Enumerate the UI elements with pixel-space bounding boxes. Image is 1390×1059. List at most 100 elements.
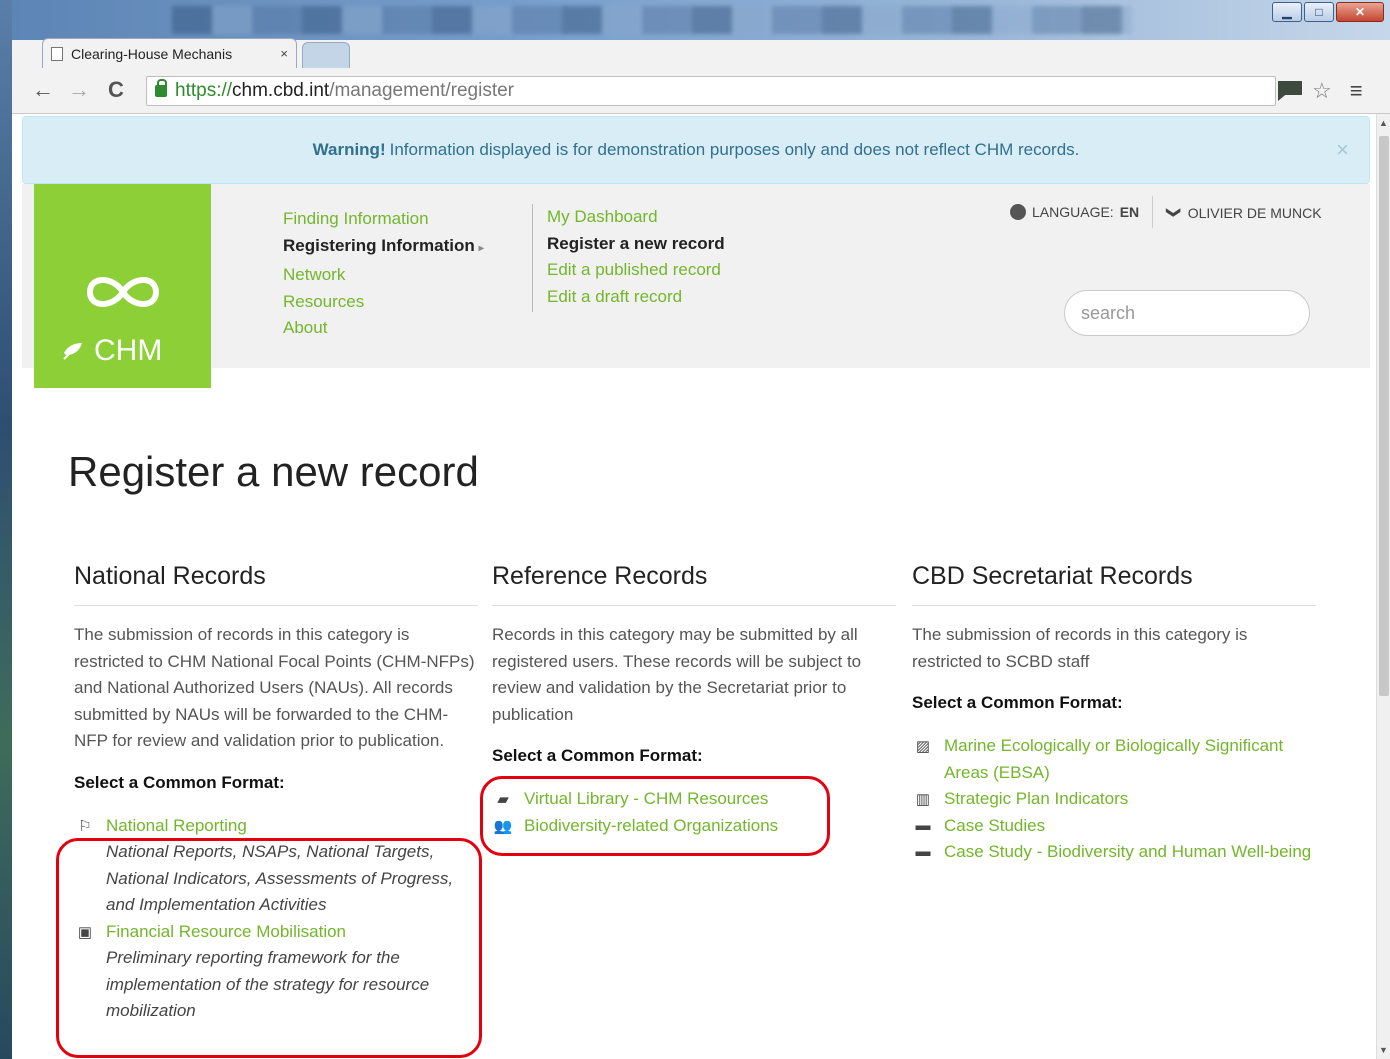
bookmark-star-icon[interactable]: ☆ bbox=[1312, 78, 1332, 104]
nav-register-new-record[interactable]: Register a new record bbox=[547, 231, 725, 258]
page-icon bbox=[51, 46, 63, 61]
user-menu[interactable]: ❯ OLIVIER DE MUNCK bbox=[1166, 204, 1322, 221]
browser-window: ▁ □ ✕ Clearing-House Mechanis × ← → C ht… bbox=[12, 0, 1390, 1059]
select-format-label: Select a Common Format: bbox=[492, 746, 703, 765]
folder-open-icon: ▬ bbox=[915, 843, 931, 860]
nav-about[interactable]: About bbox=[283, 315, 484, 342]
section-description: The submission of records in this catego… bbox=[912, 625, 1248, 671]
select-format-label: Select a Common Format: bbox=[74, 772, 285, 792]
nav-my-dashboard[interactable]: My Dashboard bbox=[547, 204, 725, 231]
financial-resource-mobilisation-link[interactable]: Financial Resource Mobilisation bbox=[106, 919, 478, 946]
close-window-button[interactable]: ✕ bbox=[1336, 2, 1384, 22]
reload-button[interactable]: C bbox=[108, 78, 124, 102]
scroll-up-icon[interactable]: ▲ bbox=[1379, 118, 1388, 128]
url-scheme: https:// bbox=[175, 80, 233, 101]
user-name: OLIVIER DE MUNCK bbox=[1187, 204, 1322, 221]
url-path: /management/register bbox=[329, 80, 515, 101]
browser-menu-icon[interactable]: ≡ bbox=[1350, 78, 1363, 104]
nav-network[interactable]: Network bbox=[283, 262, 484, 289]
section-title: National Records bbox=[74, 562, 478, 606]
nav-edit-published-record[interactable]: Edit a published record bbox=[547, 257, 725, 284]
case-study-biodiversity-link[interactable]: Case Study - Biodiversity and Human Well… bbox=[944, 839, 1316, 866]
section-title: CBD Secretariat Records bbox=[912, 562, 1316, 606]
list-item: ▬ Case Studies bbox=[912, 813, 1316, 840]
warning-strong: Warning! bbox=[312, 140, 386, 159]
logo-text: CHM bbox=[62, 334, 162, 368]
language-label: LANGUAGE: bbox=[1032, 204, 1114, 220]
address-bar[interactable]: https:// chm.cbd.int /management/registe… bbox=[146, 76, 1276, 106]
nav-resources[interactable]: Resources bbox=[283, 289, 484, 316]
infinity-logo-icon bbox=[86, 277, 160, 307]
title-bar: ▁ □ ✕ bbox=[12, 0, 1390, 40]
folder-open-icon: ▬ bbox=[915, 816, 931, 834]
nav-finding-information[interactable]: Finding Information bbox=[283, 206, 484, 233]
ebsa-link[interactable]: Marine Ecologically or Biologically Sign… bbox=[944, 733, 1316, 786]
national-reporting-link[interactable]: National Reporting bbox=[106, 813, 478, 840]
strategic-plan-indicators-link[interactable]: Strategic Plan Indicators bbox=[944, 786, 1316, 813]
page-title: Register a new record bbox=[68, 448, 479, 495]
extension-flag-icon[interactable] bbox=[1278, 81, 1302, 101]
case-studies-link[interactable]: Case Studies bbox=[944, 813, 1316, 840]
list-item: ⚐ National Reporting National Reports, N… bbox=[74, 813, 478, 919]
biodiversity-organizations-link[interactable]: Biodiversity-related Organizations bbox=[524, 813, 896, 840]
list-item: ▬ Case Study - Biodiversity and Human We… bbox=[912, 839, 1316, 866]
warning-message: Information displayed is for demonstrati… bbox=[389, 140, 1080, 159]
vertical-scrollbar[interactable]: ▲ ▼ bbox=[1376, 114, 1390, 1059]
tab-close-icon[interactable]: × bbox=[280, 46, 288, 61]
back-button[interactable]: ← bbox=[32, 78, 54, 102]
flag-icon: ⚐ bbox=[78, 817, 92, 835]
list-item: ▥ Strategic Plan Indicators bbox=[912, 786, 1316, 813]
section-description: The submission of records in this catego… bbox=[74, 625, 475, 750]
section-title: Reference Records bbox=[492, 562, 896, 606]
chm-logo[interactable]: CHM bbox=[34, 184, 211, 388]
warning-text: Warning! Information displayed is for dem… bbox=[313, 140, 1080, 160]
list-item: ▨ Marine Ecologically or Biologically Si… bbox=[912, 733, 1316, 786]
primary-nav: Finding Information Registering Informat… bbox=[283, 206, 484, 342]
nav-registering-information[interactable]: Registering Information ▸ bbox=[283, 233, 484, 263]
browser-toolbar: ← → C https:// chm.cbd.int /management/r… bbox=[12, 68, 1390, 114]
maximize-button[interactable]: □ bbox=[1304, 2, 1334, 22]
browser-tab[interactable]: Clearing-House Mechanis × bbox=[42, 38, 297, 68]
logo-label: CHM bbox=[94, 334, 163, 367]
list-item-body: Virtual Library - CHM Resources bbox=[524, 786, 896, 813]
national-records-section: National Records The submission of recor… bbox=[74, 562, 478, 1025]
list-item-body: National Reporting National Reports, NSA… bbox=[106, 813, 478, 919]
header-divider bbox=[1152, 196, 1153, 228]
list-item-body: Financial Resource Mobilisation Prelimin… bbox=[106, 919, 478, 1025]
globe-icon bbox=[1010, 204, 1026, 220]
caret-right-icon: ▸ bbox=[478, 242, 484, 254]
minimize-button[interactable]: ▁ bbox=[1272, 2, 1302, 22]
forward-button[interactable]: → bbox=[68, 78, 90, 102]
users-icon: 👥 bbox=[493, 817, 513, 835]
list-item-body: Case Study - Biodiversity and Human Well… bbox=[944, 839, 1316, 866]
cbd-secretariat-records-section: CBD Secretariat Records The submission o… bbox=[912, 562, 1316, 866]
language-selector[interactable]: LANGUAGE: EN bbox=[1010, 204, 1139, 220]
list-item: ▰ Virtual Library - CHM Resources bbox=[492, 786, 896, 813]
toolbar-actions: ☆ ≡ bbox=[1278, 78, 1363, 104]
section-description: Records in this category may be submitte… bbox=[492, 625, 862, 724]
reference-records-section: Reference Records Records in this catego… bbox=[492, 562, 896, 839]
url-host: chm.cbd.int bbox=[232, 80, 330, 101]
warning-close-icon[interactable]: × bbox=[1336, 137, 1349, 163]
list-item-body: Marine Ecologically or Biologically Sign… bbox=[944, 733, 1316, 786]
nav-registering-label: Registering Information bbox=[283, 235, 475, 255]
list-item: 👥 Biodiversity-related Organizations bbox=[492, 813, 896, 840]
scroll-down-icon[interactable]: ▼ bbox=[1379, 1045, 1388, 1055]
list-item-body: Biodiversity-related Organizations bbox=[524, 813, 896, 840]
warning-alert: Warning! Information displayed is for dem… bbox=[22, 116, 1370, 184]
tab-title: Clearing-House Mechanis bbox=[71, 45, 233, 62]
lock-icon bbox=[155, 79, 167, 97]
national-reporting-description: National Reports, NSAPs, National Target… bbox=[106, 842, 454, 914]
picture-icon: ▨ bbox=[915, 738, 931, 755]
scroll-thumb[interactable] bbox=[1379, 136, 1389, 696]
page-viewport: Warning! Information displayed is for dem… bbox=[12, 114, 1376, 1059]
virtual-library-link[interactable]: Virtual Library - CHM Resources bbox=[524, 786, 896, 813]
secondary-nav: My Dashboard Register a new record Edit … bbox=[532, 204, 725, 312]
search-input[interactable] bbox=[1064, 290, 1310, 336]
bar-chart-icon: ▥ bbox=[915, 791, 931, 808]
list-item-body: Case Studies bbox=[944, 813, 1316, 840]
chevron-down-icon: ❯ bbox=[1166, 206, 1183, 219]
title-bar-background bbox=[172, 6, 1132, 34]
nav-edit-draft-record[interactable]: Edit a draft record bbox=[547, 284, 725, 311]
new-tab-button[interactable] bbox=[302, 42, 350, 68]
